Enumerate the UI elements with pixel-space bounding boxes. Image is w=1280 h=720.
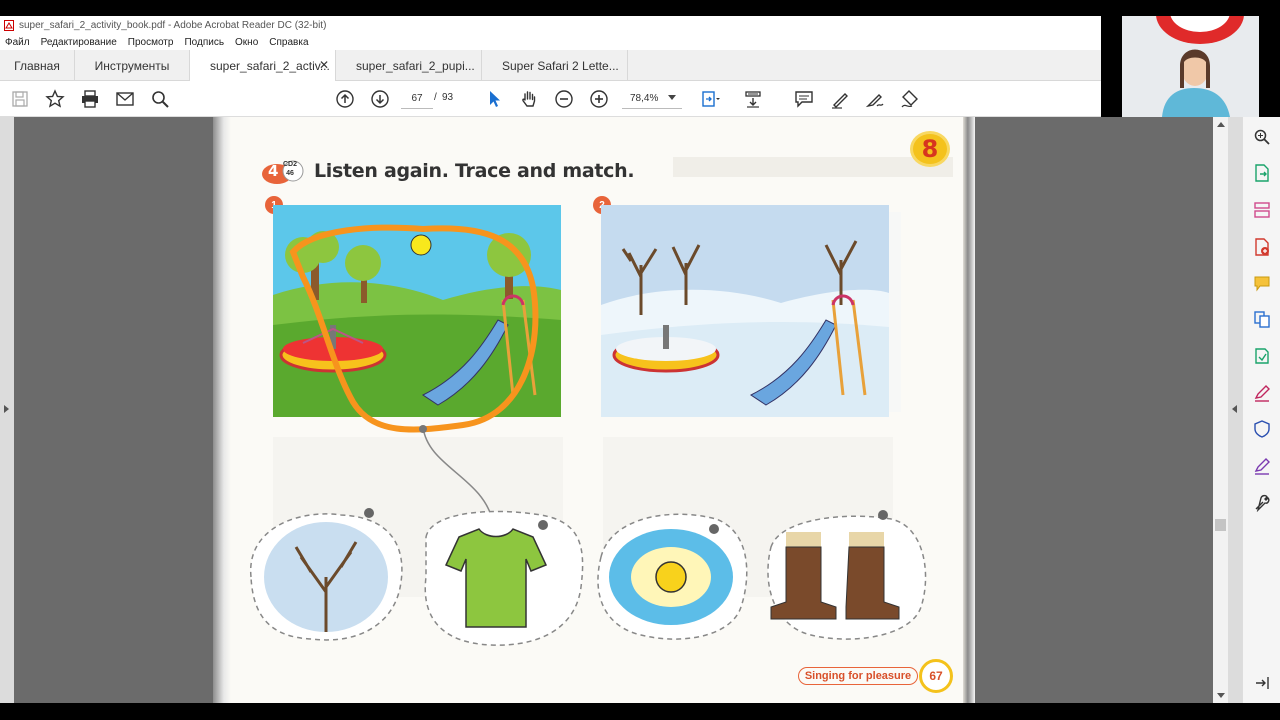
page-up-icon[interactable]	[333, 87, 357, 111]
chevron-down-icon	[668, 95, 676, 100]
bare-tree-cutout	[250, 508, 403, 641]
mail-icon[interactable]	[113, 87, 137, 111]
chevron-left-icon	[1232, 405, 1237, 413]
tab-document-label: super_safari_2_activ...	[210, 58, 330, 73]
combine-files-icon[interactable]	[1252, 309, 1272, 329]
menu-view[interactable]: Просмотр	[128, 37, 174, 48]
menu-edit[interactable]: Редактирование	[41, 37, 117, 48]
window-titlebar: super_safari_2_activity_book.pdf - Adobe…	[0, 16, 1101, 34]
close-tab-icon[interactable]: ✕	[319, 58, 329, 72]
star-icon[interactable]	[43, 87, 67, 111]
left-pane-toggle[interactable]	[0, 117, 14, 703]
protect-icon[interactable]	[1252, 419, 1272, 439]
tools-pane	[1242, 117, 1280, 703]
tab-bar: Главная Инструменты super_safari_2_activ…	[0, 50, 1101, 82]
tab-home[interactable]: Главная	[0, 50, 75, 81]
window-title: super_safari_2_activity_book.pdf - Adobe…	[19, 19, 327, 31]
scroll-down-icon[interactable]	[1217, 693, 1225, 698]
highlight-pen-icon[interactable]	[828, 87, 852, 111]
scroll-thumb[interactable]	[1215, 519, 1226, 531]
send-for-review-icon[interactable]	[1252, 346, 1272, 366]
acrobat-app-icon	[4, 19, 14, 31]
tab-home-label: Главная	[14, 58, 60, 73]
comment-icon[interactable]	[792, 87, 816, 111]
boots-cutout	[767, 510, 927, 640]
webcam-video-overlay	[1122, 16, 1259, 117]
comment-tool-icon[interactable]	[1252, 273, 1272, 293]
tab-document-pupils-book[interactable]: super_safari_2_pupi...	[336, 50, 482, 81]
footer-page-number: 67	[919, 659, 953, 693]
tab-document-letters[interactable]: Super Safari 2 Lette...	[482, 50, 628, 81]
presenter-video	[1122, 16, 1259, 117]
organize-pages-icon[interactable]	[1252, 200, 1272, 220]
sun-cutout	[597, 513, 748, 640]
cutout-pictures-row	[250, 508, 927, 646]
zoom-level-value: 78,4%	[630, 93, 659, 104]
menu-bar: Файл Редактирование Просмотр Подпись Окн…	[0, 34, 1101, 50]
tab-document-label: Super Safari 2 Lette...	[502, 58, 619, 73]
create-pdf-icon[interactable]	[1252, 237, 1272, 257]
zoom-level-dropdown[interactable]: 78,4%	[622, 89, 682, 109]
zoom-search-icon[interactable]	[1252, 127, 1272, 147]
page-total: 93	[442, 92, 454, 103]
menu-help[interactable]: Справка	[269, 37, 308, 48]
footer-section-label: Singing for pleasure	[798, 667, 918, 685]
save-icon[interactable]	[8, 87, 32, 111]
fill-sign-icon[interactable]	[1252, 383, 1272, 403]
chevron-right-icon	[4, 405, 9, 413]
menu-file[interactable]: Файл	[5, 37, 30, 48]
tab-document-activity-book[interactable]: super_safari_2_activ... ✕	[190, 50, 336, 82]
more-tools-icon[interactable]	[1252, 493, 1272, 513]
scroll-mode-icon[interactable]	[741, 87, 765, 111]
hand-icon[interactable]	[517, 87, 541, 111]
search-icon[interactable]	[148, 87, 172, 111]
fit-page-icon[interactable]	[698, 87, 722, 111]
select-cursor-icon[interactable]	[482, 87, 506, 111]
vertical-scrollbar[interactable]	[1213, 117, 1228, 703]
tab-document-label: super_safari_2_pupi...	[356, 58, 475, 73]
menu-sign[interactable]: Подпись	[184, 37, 224, 48]
edit-pdf-icon[interactable]	[1252, 456, 1272, 476]
page-down-icon[interactable]	[368, 87, 392, 111]
draw-icon[interactable]	[863, 87, 887, 111]
tab-tools[interactable]: Инструменты	[75, 50, 190, 81]
main-toolbar: / 93 78,4%	[0, 81, 1101, 117]
right-pane-toggle[interactable]	[1228, 117, 1242, 703]
menu-window[interactable]: Окно	[235, 37, 258, 48]
tab-tools-label: Инструменты	[94, 58, 170, 73]
sign-icon[interactable]	[898, 87, 922, 111]
t-shirt-cutout	[424, 510, 584, 646]
pdf-page[interactable]: 8 4 CD2 46 Listen again. Trace and match…	[213, 117, 975, 703]
export-pdf-icon[interactable]	[1252, 163, 1272, 183]
collapse-pane-icon[interactable]	[1252, 673, 1272, 693]
page-edge-shadow	[963, 117, 975, 703]
page-number-input[interactable]	[401, 89, 433, 109]
page-separator: /	[434, 92, 437, 103]
zoom-out-icon[interactable]	[552, 87, 576, 111]
print-icon[interactable]	[78, 87, 102, 111]
zoom-in-icon[interactable]	[587, 87, 611, 111]
scroll-up-icon[interactable]	[1217, 122, 1225, 127]
